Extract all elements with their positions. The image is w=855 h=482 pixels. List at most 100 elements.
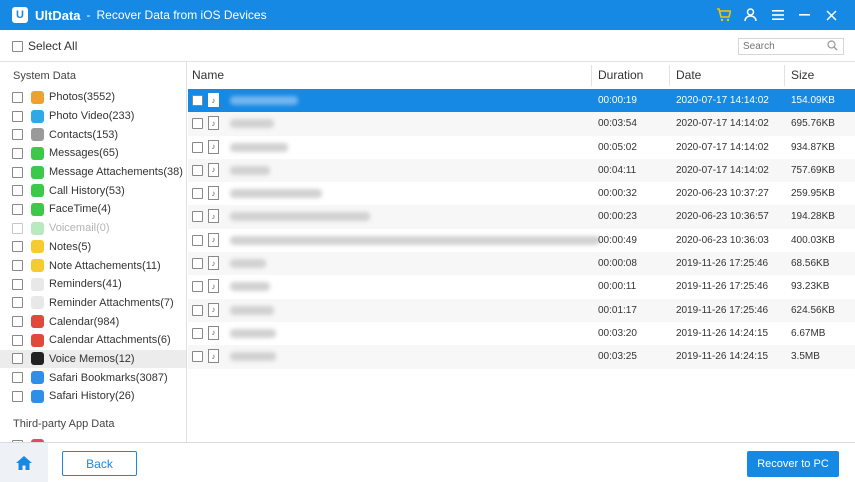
- table-row[interactable]: ♪ 00:00:08 2019-11-26 17:25:46 68.56KB: [188, 252, 855, 276]
- table-row[interactable]: ♪ 00:04:11 2020-07-17 14:14:02 757.69KB: [188, 158, 855, 183]
- checkbox[interactable]: [192, 164, 203, 176]
- cell-date: 2020-06-23 10:36:57: [676, 211, 769, 223]
- column-header-duration[interactable]: Duration: [598, 68, 643, 82]
- sidebar-item-label: Reminder Attachments(7): [49, 296, 174, 309]
- checkbox[interactable]: [192, 281, 203, 293]
- audio-file-icon: ♪: [208, 186, 219, 201]
- checkbox[interactable]: [12, 40, 23, 52]
- select-all-label: Select All: [28, 39, 78, 53]
- redacted-file-name: [230, 352, 276, 362]
- photo-video-icon: [31, 109, 44, 123]
- home-button[interactable]: [0, 443, 48, 482]
- footer-bar: Back Recover to PC: [0, 442, 855, 482]
- table-row[interactable]: ♪ 00:00:49 2020-06-23 10:36:03 400.03KB: [188, 229, 855, 252]
- checkbox[interactable]: [12, 110, 23, 122]
- checkbox[interactable]: [12, 185, 23, 197]
- sidebar-item[interactable]: Note Attachements(11): [0, 256, 186, 275]
- select-all-checkbox[interactable]: Select All: [12, 39, 77, 53]
- table-row[interactable]: ♪ 00:00:32 2020-06-23 10:37:27 259.95KB: [188, 182, 855, 205]
- safari-bookmarks-icon: [31, 371, 44, 385]
- search-box[interactable]: [738, 38, 844, 55]
- checkbox[interactable]: [192, 304, 203, 316]
- checkbox[interactable]: [12, 297, 23, 309]
- checkbox[interactable]: [12, 316, 23, 328]
- checkbox[interactable]: [12, 129, 23, 141]
- cart-icon[interactable]: [710, 0, 737, 30]
- voice-memos-icon: [31, 352, 44, 366]
- cell-size: 194.28KB: [791, 211, 835, 223]
- sidebar-item[interactable]: Voice Memos(12): [0, 349, 186, 369]
- sidebar-item-label: Contacts(153): [49, 128, 119, 141]
- contacts-icon: [31, 128, 44, 142]
- cell-duration: 00:00:23: [598, 211, 637, 223]
- table-row[interactable]: ♪ 00:03:20 2019-11-26 14:24:15 6.67MB: [188, 322, 855, 345]
- column-divider[interactable]: [591, 65, 592, 86]
- checkbox[interactable]: [192, 351, 203, 363]
- close-icon[interactable]: [818, 0, 845, 30]
- toolbar: Select All: [0, 30, 855, 62]
- checkbox[interactable]: [192, 118, 203, 130]
- column-divider[interactable]: [669, 65, 670, 86]
- table-row[interactable]: ♪ 00:03:25 2019-11-26 14:24:15 3.5MB: [188, 345, 855, 369]
- column-header-date[interactable]: Date: [676, 68, 701, 82]
- minimize-icon[interactable]: [791, 0, 818, 30]
- sidebar-item[interactable]: Photos(3552): [0, 88, 186, 107]
- sidebar-item[interactable]: Notes(5): [0, 238, 186, 257]
- checkbox[interactable]: [12, 353, 23, 365]
- sidebar-item[interactable]: Contacts(153): [0, 125, 186, 144]
- calendar-icon: [31, 315, 44, 329]
- cell-size: 259.95KB: [791, 188, 835, 200]
- table-row[interactable]: ♪ 00:01:17 2019-11-26 17:25:46 624.56KB: [188, 298, 855, 322]
- sidebar-item[interactable]: Photo Video(233): [0, 107, 186, 126]
- back-button[interactable]: Back: [62, 451, 137, 476]
- checkbox[interactable]: [12, 166, 23, 178]
- sidebar-item[interactable]: Message Attachements(38): [0, 163, 186, 182]
- sidebar-item[interactable]: Safari History(26): [0, 387, 186, 406]
- checkbox[interactable]: [12, 203, 23, 215]
- checkbox[interactable]: [12, 260, 23, 272]
- table-row[interactable]: ♪ 00:03:54 2020-07-17 14:14:02 695.76KB: [188, 112, 855, 136]
- table-row[interactable]: ♪ 00:00:23 2020-06-23 10:36:57 194.28KB: [188, 205, 855, 229]
- search-input[interactable]: [739, 41, 825, 52]
- table-row[interactable]: ♪ 00:00:19 2020-07-17 14:14:02 154.09KB: [188, 89, 855, 113]
- sidebar-item[interactable]: Calendar(984): [0, 312, 186, 331]
- menu-icon[interactable]: [764, 0, 791, 30]
- checkbox[interactable]: [192, 234, 203, 246]
- checkbox[interactable]: [12, 334, 23, 346]
- user-icon[interactable]: [737, 0, 764, 30]
- column-divider[interactable]: [784, 65, 785, 86]
- checkbox[interactable]: [12, 390, 23, 402]
- recover-to-pc-button[interactable]: Recover to PC: [747, 451, 839, 477]
- sidebar-item[interactable]: Messages(65): [0, 144, 186, 163]
- cell-date: 2019-11-26 14:24:15: [676, 327, 769, 339]
- search-icon[interactable]: [827, 39, 838, 54]
- table-row[interactable]: ♪ 00:05:02 2020-07-17 14:14:02 934.87KB: [188, 136, 855, 159]
- reminder-attachments-icon: [31, 296, 44, 310]
- sidebar-item[interactable]: FaceTime(4): [0, 200, 186, 219]
- sidebar-item[interactable]: Safari Bookmarks(3087): [0, 368, 186, 387]
- cell-date: 2020-06-23 10:36:03: [676, 234, 769, 246]
- checkbox[interactable]: [192, 188, 203, 200]
- sidebar-item[interactable]: Call History(53): [0, 181, 186, 200]
- column-header-size[interactable]: Size: [791, 68, 814, 82]
- third-party-heading: Third-party App Data: [13, 417, 115, 430]
- checkbox[interactable]: [192, 327, 203, 339]
- cell-size: 934.87KB: [791, 141, 835, 153]
- checkbox[interactable]: [192, 258, 203, 270]
- sidebar-item[interactable]: Voicemail(0): [0, 219, 186, 238]
- sidebar-item[interactable]: Calendar Attachments(6): [0, 331, 186, 350]
- sidebar-item[interactable]: Reminders(41): [0, 275, 186, 294]
- checkbox[interactable]: [192, 211, 203, 223]
- checkbox[interactable]: [12, 147, 23, 159]
- checkbox[interactable]: [192, 95, 203, 106]
- checkbox[interactable]: [12, 91, 23, 103]
- column-header-name[interactable]: Name: [192, 68, 224, 82]
- checkbox[interactable]: [12, 372, 23, 384]
- checkbox[interactable]: [192, 141, 203, 153]
- checkbox[interactable]: [12, 278, 23, 290]
- checkbox[interactable]: [12, 241, 23, 253]
- checkbox[interactable]: [12, 222, 23, 234]
- sidebar-item-label: Safari Bookmarks(3087): [49, 371, 168, 384]
- sidebar-item[interactable]: Reminder Attachments(7): [0, 294, 186, 313]
- table-row[interactable]: ♪ 00:00:11 2019-11-26 17:25:46 93.23KB: [188, 275, 855, 298]
